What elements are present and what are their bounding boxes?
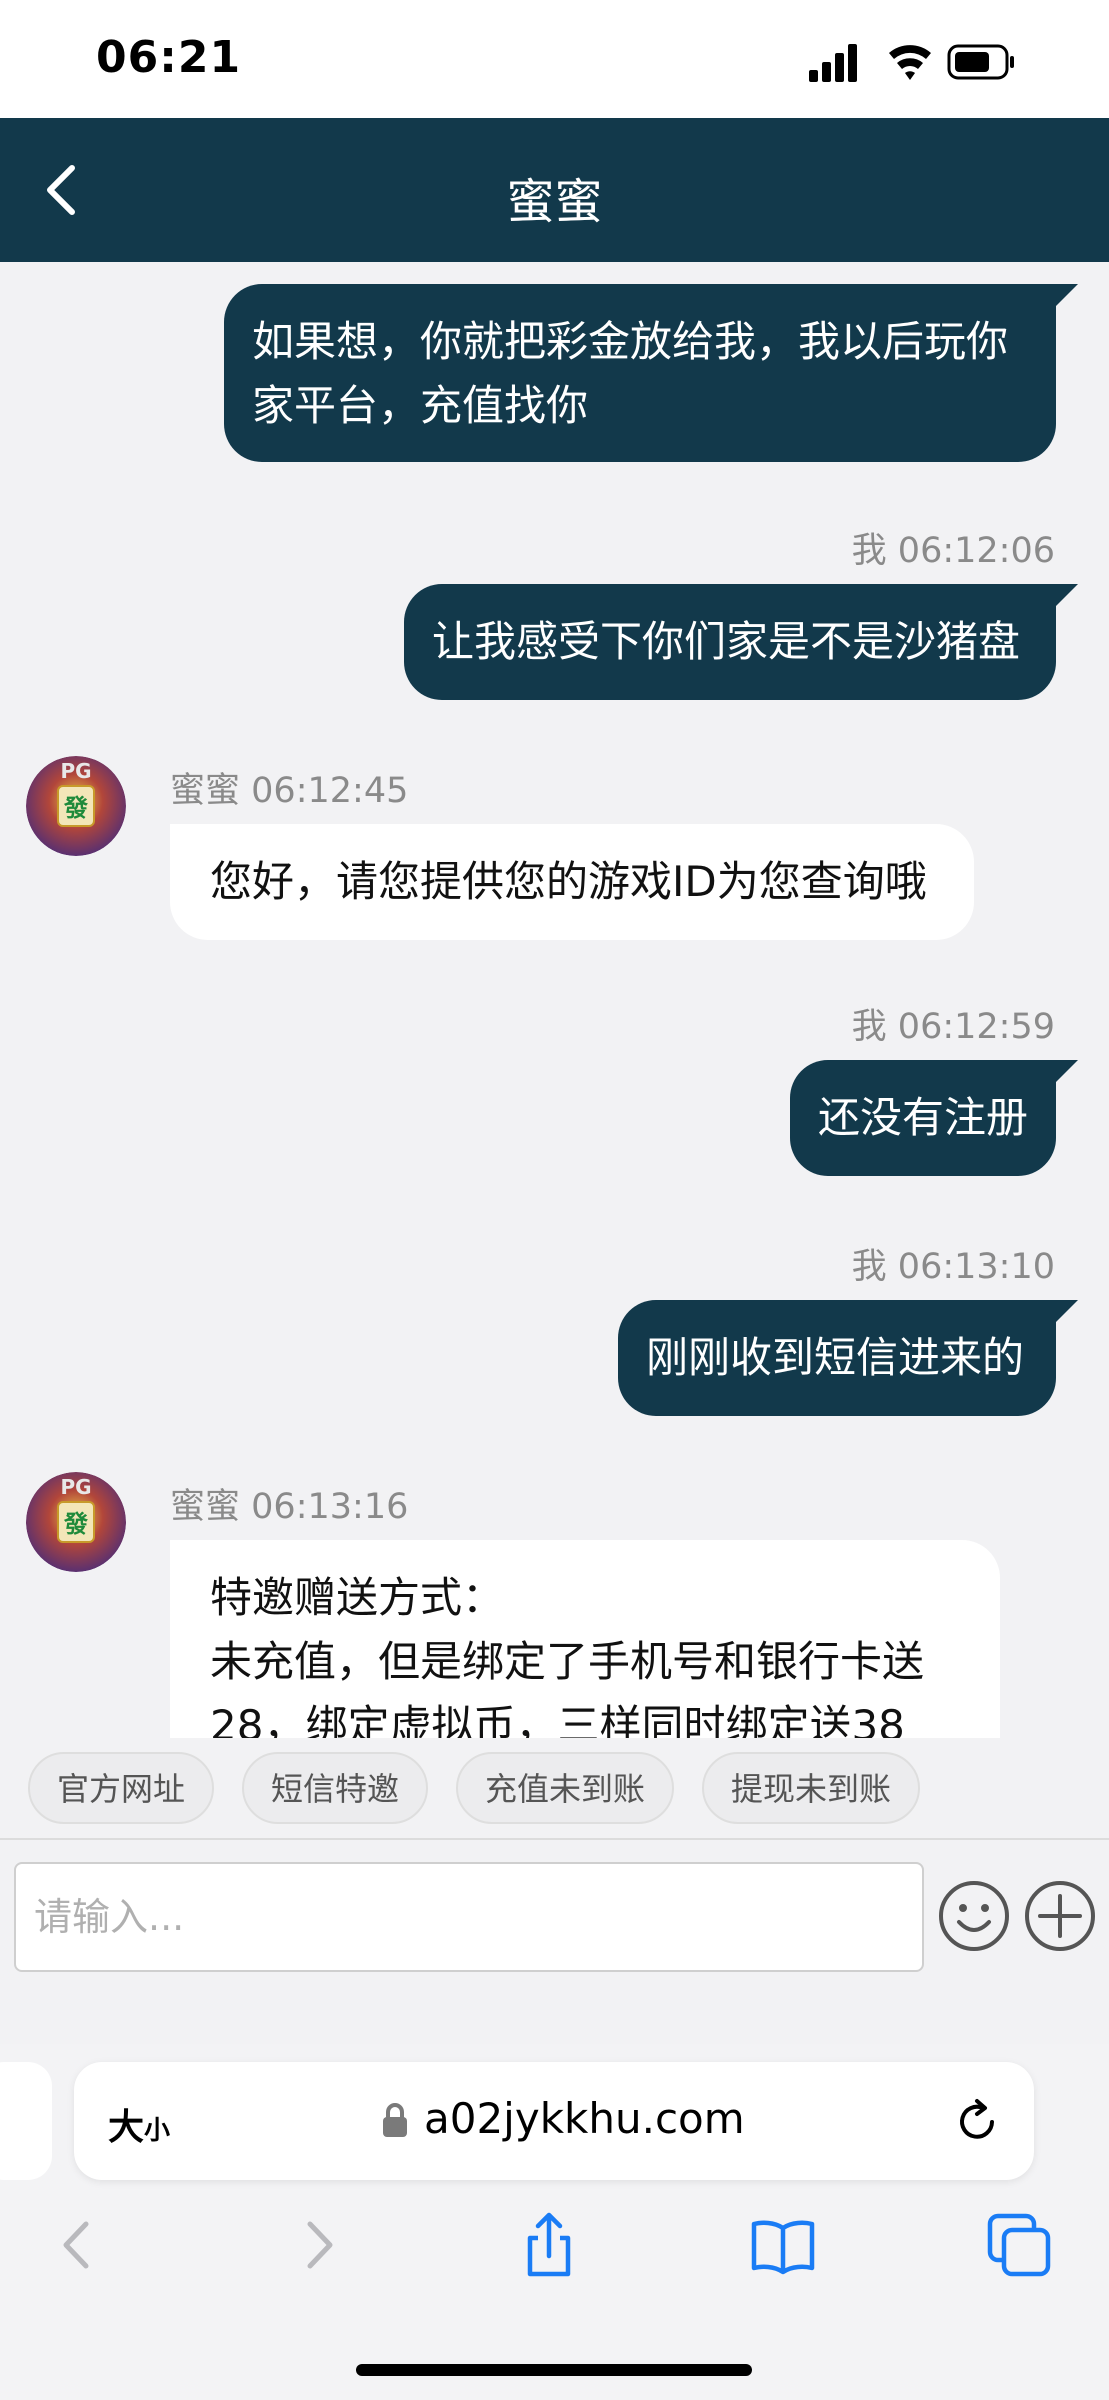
chevron-right-icon <box>307 2221 333 2269</box>
text-size-small: 小 <box>144 2116 171 2146</box>
quick-reply-bar: 官方网址 短信特邀 充值未到账 提现未到账 <box>0 1738 1109 1840</box>
incoming-message[interactable]: 您好，请您提供您的游戏ID为您查询哦 <box>170 824 974 940</box>
message-time: 06:13:10 <box>897 1247 1055 1287</box>
cellular-signal-icon <box>809 44 857 82</box>
message-text: 还没有注册 <box>818 1093 1029 1142</box>
message-sender: 蜜蜜 <box>170 771 241 811</box>
share-button[interactable] <box>514 2210 584 2280</box>
status-icons <box>809 40 1109 84</box>
message-meta: 我 06:13:10 <box>852 1238 1055 1289</box>
message-line: 28，绑定虚拟币，三样同时绑定送38 <box>210 1701 905 1738</box>
avatar-image: PG 發 <box>26 756 126 856</box>
message-sender: 蜜蜜 <box>170 1487 241 1527</box>
message-time: 06:12:59 <box>897 1007 1055 1047</box>
lock-icon <box>380 2102 410 2138</box>
message-meta: 蜜蜜 06:12:45 <box>170 762 408 813</box>
outgoing-message[interactable]: 让我感受下你们家是不是沙猪盘 <box>404 584 1056 700</box>
message-line: 如果想，你就把彩金放给我，我以后玩你 <box>252 317 1009 366</box>
reload-icon <box>960 2099 994 2139</box>
message-time: 06:12:45 <box>251 771 409 811</box>
avatar-badge: PG <box>60 1475 91 1499</box>
battery-icon <box>947 44 1014 80</box>
url-text: a02jykkhu.com <box>424 2094 745 2143</box>
browser-forward-button[interactable] <box>282 2210 352 2280</box>
bubble-tail <box>1056 1300 1078 1322</box>
plus-icon <box>1025 1881 1095 1951</box>
message-meta: 我 06:12:59 <box>852 998 1055 1049</box>
quick-reply-deposit-missing[interactable]: 充值未到账 <box>456 1752 674 1824</box>
home-indicator <box>356 2364 752 2376</box>
message-sender: 我 <box>851 531 887 571</box>
address-bar[interactable]: 大小 a02jykkhu.com <box>74 2062 1034 2180</box>
message-text: 让我感受下你们家是不是沙猪盘 <box>432 617 1021 666</box>
message-sender: 我 <box>851 1247 887 1287</box>
browser-toolbar: 大小 a02jykkhu.com <box>0 2044 1109 2400</box>
message-time: 06:13:16 <box>251 1487 409 1527</box>
message-line: 未充值，但是绑定了手机号和银行卡送 <box>210 1637 925 1686</box>
bookmarks-button[interactable] <box>748 2210 818 2280</box>
message-meta: 我 06:12:06 <box>852 522 1055 573</box>
chat-messages[interactable]: 如果想，你就把彩金放给我，我以后玩你 家平台，充值找你 我 06:12:06 让… <box>0 262 1109 1738</box>
incoming-message[interactable]: 特邀赠送方式： 未充值，但是绑定了手机号和银行卡送 28，绑定虚拟币，三样同时绑… <box>170 1540 1000 1738</box>
message-sender: 我 <box>851 1007 887 1047</box>
status-time: 06:21 <box>96 32 242 83</box>
browser-back-button[interactable] <box>44 2210 114 2280</box>
avatar-image: PG 發 <box>26 1472 126 1572</box>
status-bar: 06:21 <box>0 0 1109 118</box>
reload-button[interactable] <box>950 2094 1004 2148</box>
wifi-icon <box>889 45 931 80</box>
avatar-glyph: 發 <box>63 794 88 822</box>
quick-reply-sms-invite[interactable]: 短信特邀 <box>242 1752 428 1824</box>
text-size-button[interactable]: 大小 <box>108 2098 170 2150</box>
message-text: 您好，请您提供您的游戏ID为您查询哦 <box>210 857 927 906</box>
message-time: 06:12:06 <box>897 531 1055 571</box>
bookmarks-icon <box>751 2220 815 2275</box>
message-input[interactable] <box>14 1862 924 1972</box>
page-title: 蜜蜜 <box>506 174 603 230</box>
avatar[interactable]: PG 發 <box>26 756 126 856</box>
attach-button[interactable] <box>1022 1878 1098 1954</box>
bubble-tail <box>1056 584 1078 606</box>
previous-tab-preview[interactable] <box>0 2062 52 2180</box>
outgoing-message[interactable]: 还没有注册 <box>790 1060 1056 1176</box>
emoji-button[interactable] <box>936 1878 1012 1954</box>
bubble-tail <box>1056 1060 1078 1082</box>
quick-reply-official-site[interactable]: 官方网址 <box>28 1752 214 1824</box>
outgoing-message[interactable]: 如果想，你就把彩金放给我，我以后玩你 家平台，充值找你 <box>224 284 1056 462</box>
emoji-icon <box>939 1881 1009 1951</box>
outgoing-message[interactable]: 刚刚收到短信进来的 <box>618 1300 1056 1416</box>
avatar-badge: PG <box>60 759 91 783</box>
avatar[interactable]: PG 發 <box>26 1472 126 1572</box>
message-meta: 蜜蜜 06:13:16 <box>170 1478 408 1529</box>
share-icon <box>527 2212 571 2277</box>
chat-header: 蜜蜜 <box>0 118 1109 262</box>
quick-reply-withdraw-missing[interactable]: 提现未到账 <box>702 1752 920 1824</box>
bubble-tail <box>1056 284 1078 306</box>
tabs-button[interactable] <box>984 2210 1054 2280</box>
message-line: 特邀赠送方式： <box>210 1573 505 1622</box>
chevron-left-icon <box>63 2221 89 2269</box>
message-text: 刚刚收到短信进来的 <box>646 1333 1025 1382</box>
message-line: 家平台，充值找你 <box>252 381 589 430</box>
text-size-big: 大 <box>108 2107 145 2148</box>
avatar-glyph: 發 <box>63 1510 88 1538</box>
composer-bar <box>0 1840 1109 2046</box>
tabs-icon <box>987 2213 1051 2277</box>
